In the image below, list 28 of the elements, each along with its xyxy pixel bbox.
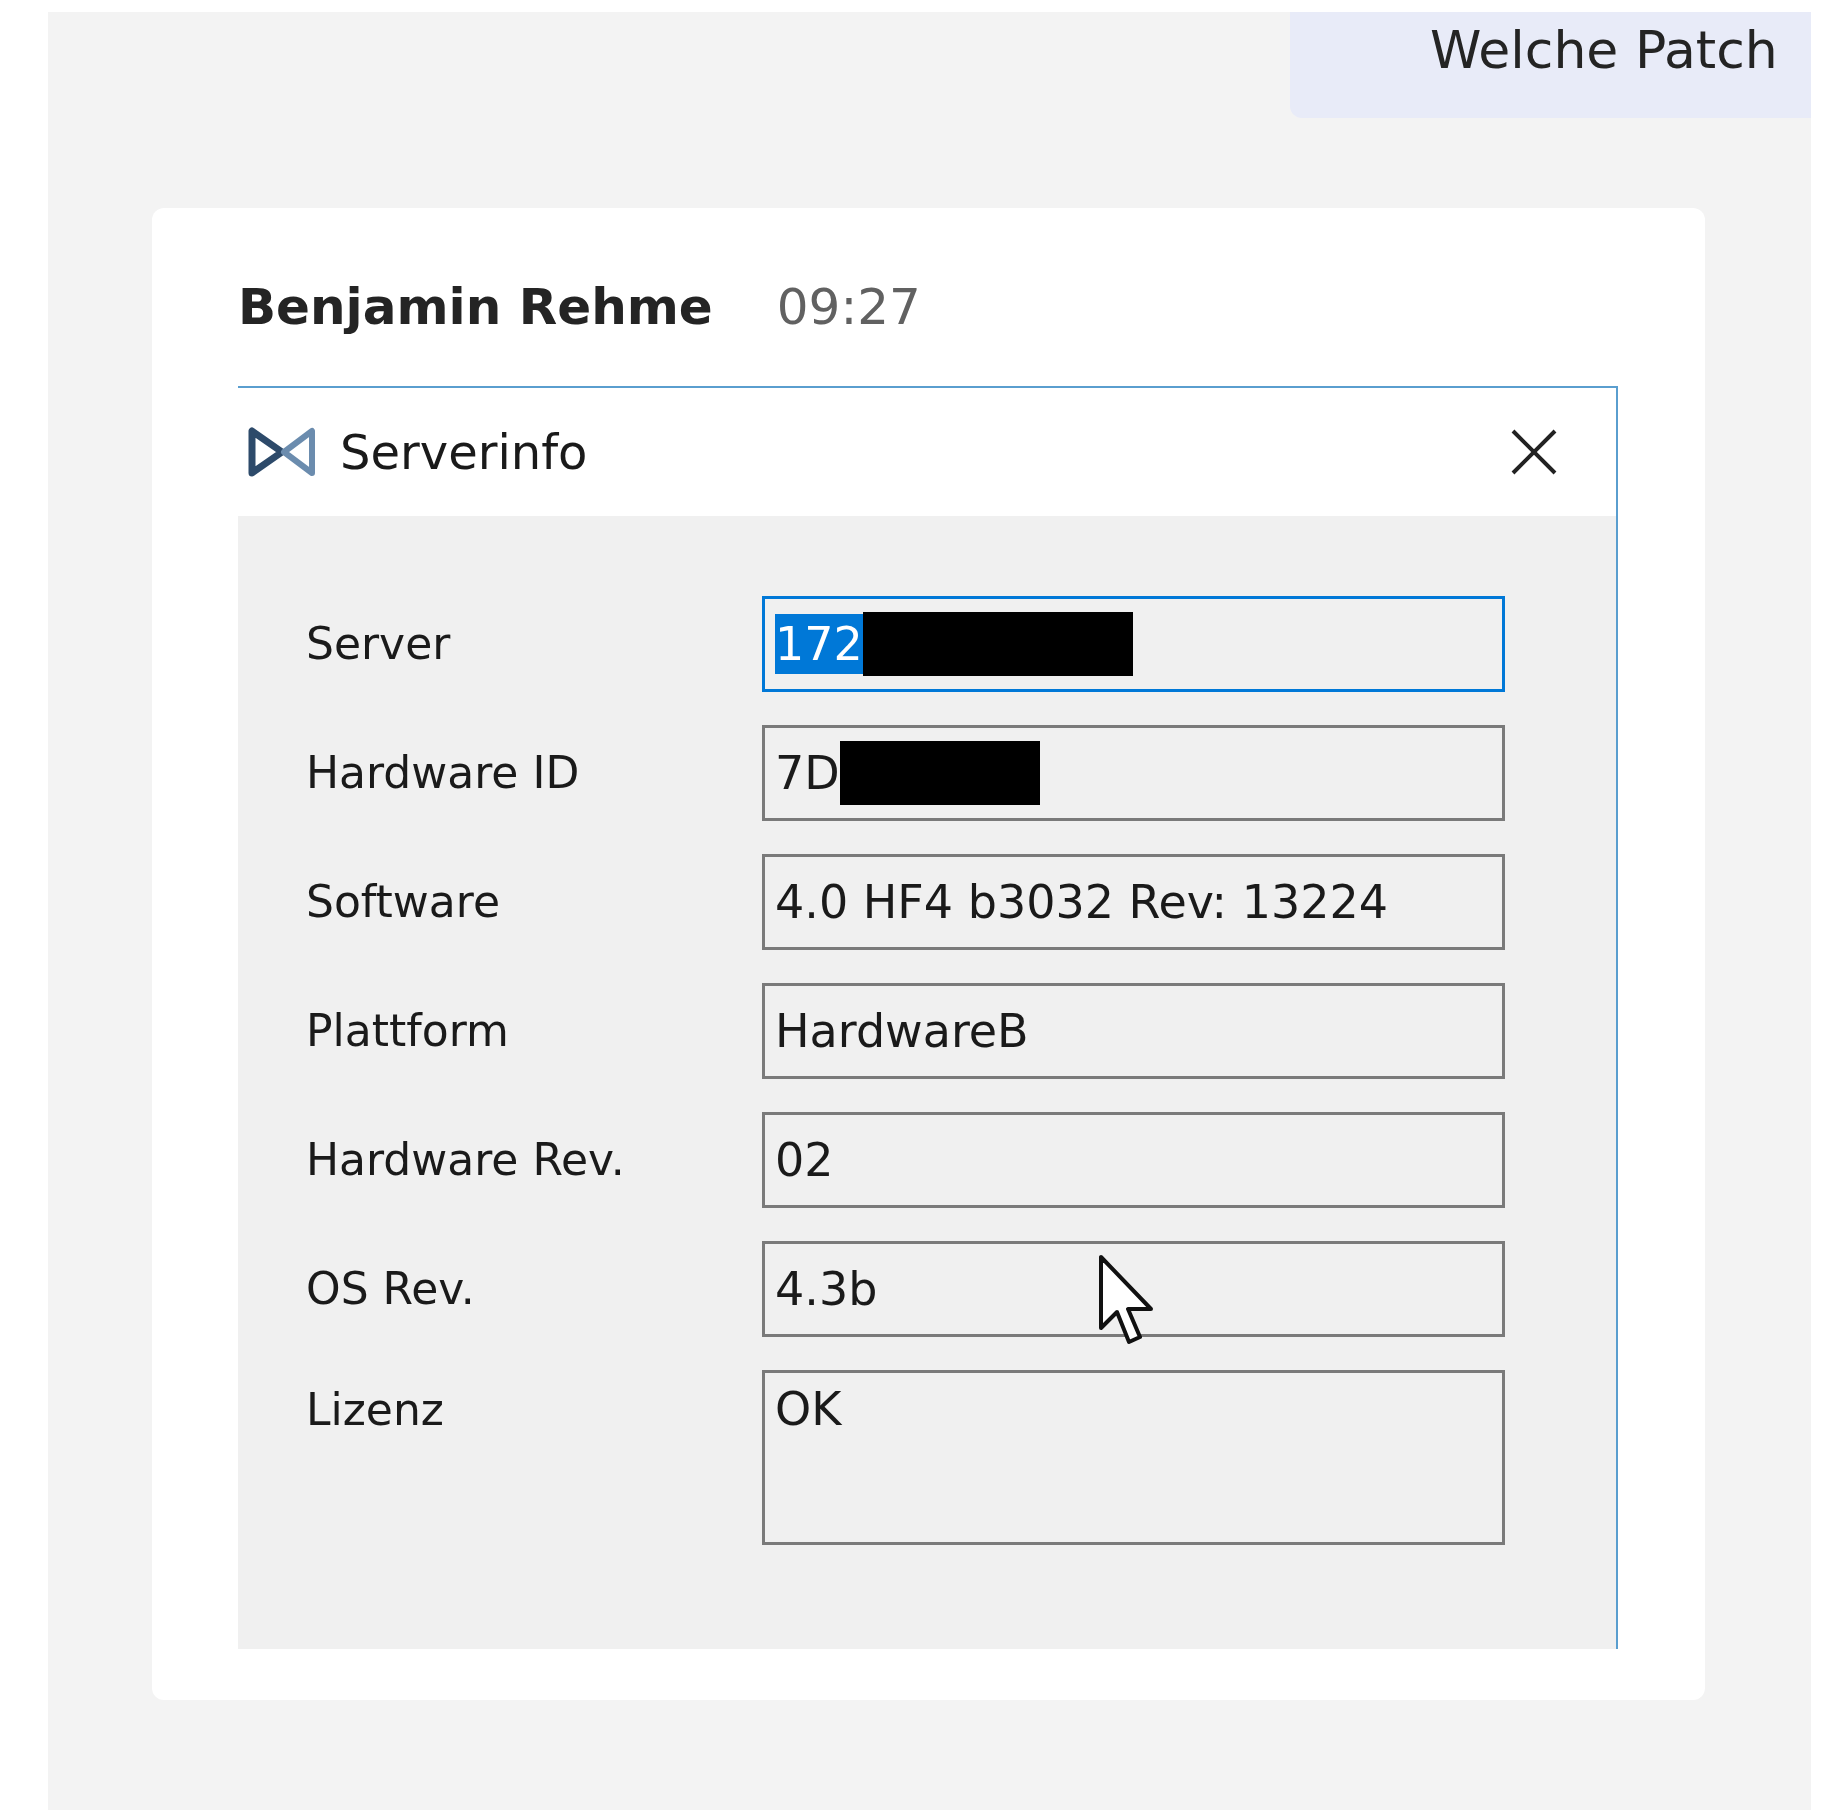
message-text: Welche Patch	[1430, 20, 1778, 80]
mouse-pointer-icon	[1098, 1254, 1156, 1346]
field-label: Software	[306, 875, 501, 929]
text-field[interactable]: 4.0 HF4 b3032 Rev: 13224	[762, 854, 1505, 950]
field-value: 02	[775, 1132, 834, 1189]
field-label: Hardware ID	[306, 746, 581, 800]
text-field[interactable]: 172	[762, 596, 1505, 692]
field-value: 7D	[775, 745, 840, 802]
field-label: Lizenz	[306, 1383, 445, 1437]
field-label: OS Rev.	[306, 1262, 476, 1316]
window-title: Serverinfo	[340, 423, 588, 482]
field-value: HardwareB	[775, 1003, 1029, 1060]
text-field[interactable]: OK	[762, 1370, 1505, 1545]
message-time: 09:27	[776, 277, 921, 338]
field-label: Server	[306, 617, 452, 671]
text-field[interactable]: HardwareB	[762, 983, 1505, 1079]
window-logo-icon	[248, 425, 318, 479]
field-value: 172	[775, 614, 863, 674]
field-label: Plattform	[306, 1004, 510, 1058]
field-value: OK	[775, 1381, 842, 1438]
field-value: 4.0 HF4 b3032 Rev: 13224	[775, 874, 1388, 931]
text-field[interactable]: 7D	[762, 725, 1505, 821]
field-label: Hardware Rev.	[306, 1133, 626, 1187]
close-icon	[1509, 427, 1559, 477]
text-field[interactable]: 02	[762, 1112, 1505, 1208]
field-value: 4.3b	[775, 1261, 878, 1318]
sender-name: Benjamin Rehme	[238, 277, 713, 338]
text-field[interactable]: 4.3b	[762, 1241, 1505, 1337]
